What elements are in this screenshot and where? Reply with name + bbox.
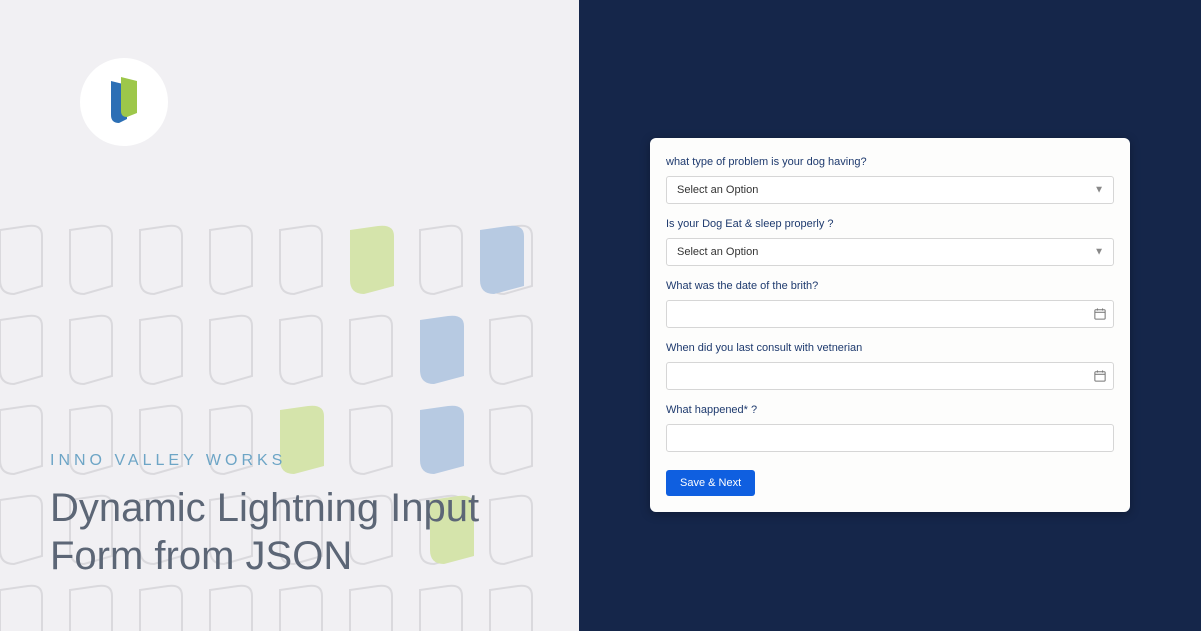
input-last-consult[interactable] (666, 362, 1114, 390)
logo-icon (103, 77, 145, 127)
field-eat-sleep: Is your Dog Eat & sleep properly ? Selec… (666, 218, 1114, 266)
field-last-consult: When did you last consult with vetnerian (666, 342, 1114, 390)
select-eat-sleep[interactable]: Select an Option (666, 238, 1114, 266)
input-what-happened[interactable] (666, 424, 1114, 452)
left-panel: INNO VALLEY WORKS Dynamic Lightning Inpu… (0, 0, 579, 631)
label-eat-sleep: Is your Dog Eat & sleep properly ? (666, 218, 1114, 230)
logo (80, 58, 168, 146)
input-birth-date[interactable] (666, 300, 1114, 328)
right-panel: what type of problem is your dog having?… (579, 0, 1201, 631)
label-problem-type: what type of problem is your dog having? (666, 156, 1114, 168)
field-what-happened: What happened* ? (666, 404, 1114, 452)
subtitle: INNO VALLEY WORKS (50, 452, 479, 470)
form-card: what type of problem is your dog having?… (650, 138, 1130, 512)
page-title: Dynamic Lightning Input Form from JSON (50, 484, 479, 580)
save-next-button[interactable]: Save & Next (666, 470, 755, 496)
label-what-happened: What happened* ? (666, 404, 1114, 416)
select-problem-type[interactable]: Select an Option (666, 176, 1114, 204)
field-problem-type: what type of problem is your dog having?… (666, 156, 1114, 204)
field-birth-date: What was the date of the brith? (666, 280, 1114, 328)
label-birth-date: What was the date of the brith? (666, 280, 1114, 292)
label-last-consult: When did you last consult with vetnerian (666, 342, 1114, 354)
hero-text: INNO VALLEY WORKS Dynamic Lightning Inpu… (50, 452, 479, 580)
